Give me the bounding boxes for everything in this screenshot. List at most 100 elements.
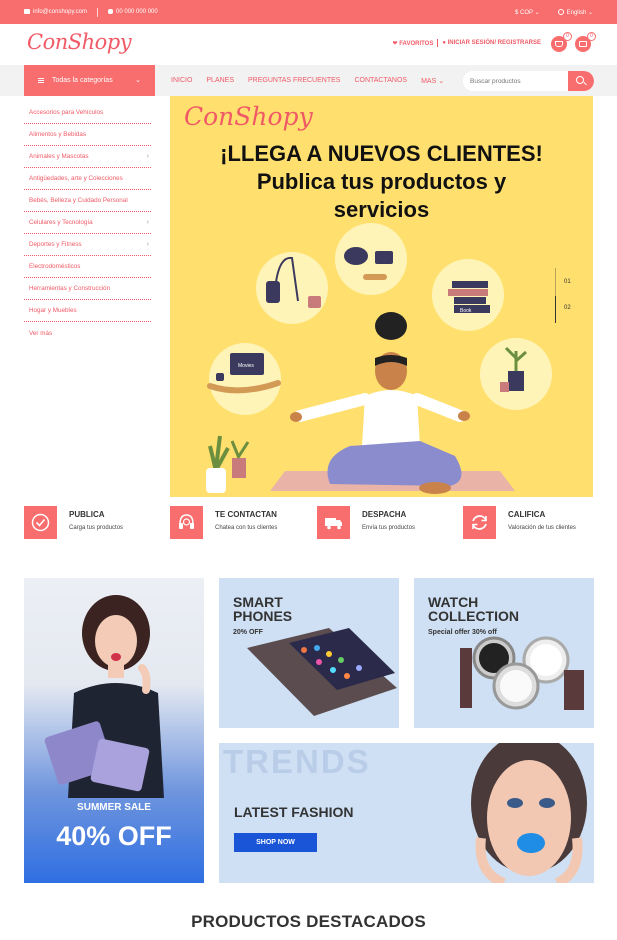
category-sidebar: Accesorios para Vehículos Alimentos y Be… [24, 102, 151, 344]
main-menu: INICIO PLANES PREGUNTAS FRECUENTES CONTA… [171, 65, 444, 96]
sidebar-item-deportes[interactable]: Deportes y Fitness › [24, 234, 151, 256]
currency-select[interactable]: $ COP ⌄ [515, 9, 540, 16]
chevron-down-icon: ⌄ [135, 77, 141, 84]
favorites-label: FAVORITOS [399, 40, 434, 47]
watch-collection-banner[interactable]: WATCH COLLECTION Special offer 30% off [414, 578, 594, 728]
chevron-down-icon: ⌄ [438, 77, 445, 85]
menu-item-contactanos[interactable]: CONTACTANOS [354, 77, 407, 84]
chevron-down-icon: ⌄ [534, 9, 540, 16]
slide-dot-02[interactable]: 02 [564, 305, 576, 311]
sidebar-item-celulares[interactable]: Celulares y Tecnología › [24, 212, 151, 234]
all-categories-button[interactable]: Todas la categorías ⌄ [24, 65, 155, 96]
favorites-link[interactable]: ❤ FAVORITOS [393, 40, 434, 47]
email-link[interactable]: info@conshopy.com [24, 8, 88, 16]
chevron-down-icon: ⌄ [587, 9, 593, 16]
sidebar-item-label: Accesorios para Vehículos [29, 109, 104, 116]
slide-line [555, 268, 556, 296]
sidebar-item-antiguedades[interactable]: Antigüedades, arte y Colecciones [24, 168, 151, 190]
divider [437, 39, 439, 47]
menu-item-planes[interactable]: PLANES [206, 77, 234, 84]
hero-subheadline-2: servicios [333, 197, 430, 222]
language-label: English [566, 9, 587, 16]
search-input[interactable] [463, 71, 569, 91]
sidebar-item-label: Bebés, Belleza y Cuidado Personal [29, 197, 128, 204]
site-logo[interactable]: ConShopy [27, 30, 132, 54]
summer-sale-offer: 40% OFF [56, 821, 172, 851]
sidebar-item-electrodomesticos[interactable]: Electrodomésticos [24, 256, 151, 278]
sidebar-item-herramientas[interactable]: Herramientas y Construcción [24, 278, 151, 300]
chevron-right-icon: › [146, 219, 149, 226]
latest-fashion-banner[interactable]: TRENDS LATEST FASHION SHOP NOW [219, 743, 594, 883]
language-select[interactable]: English ⌄ [557, 8, 593, 16]
refresh-icon [463, 506, 496, 539]
sidebar-item-vehiculos[interactable]: Accesorios para Vehículos [24, 102, 151, 124]
feature-title: CALIFICA [508, 510, 546, 519]
feature-subtitle: Chatea con tus clientes [215, 525, 278, 531]
menu-item-mas-label: MAS [421, 77, 437, 85]
compare-count-badge: 0 [587, 32, 596, 41]
hero-slider[interactable]: ConShopy ¡LLEGA A NUEVOS CLIENTES! Publi… [170, 96, 593, 497]
divider [97, 7, 99, 17]
feature-title: TE CONTACTAN [215, 510, 277, 519]
menu-item-faq[interactable]: PREGUNTAS FRECUENTES [248, 77, 340, 84]
slide-line-active [555, 296, 556, 323]
feature-subtitle: Carga tus productos [69, 525, 124, 531]
top-bar: info@conshopy.com 00 000 000 000 $ COP ⌄… [0, 0, 617, 24]
feature-despacha: DESPACHA Envía tus productos [317, 506, 457, 542]
phone-icon [108, 8, 114, 14]
smartphone-image [247, 628, 397, 716]
cart-button[interactable]: 0 [551, 32, 572, 52]
shop-now-button[interactable]: SHOP NOW [234, 833, 317, 852]
sidebar-item-label: Hogar y Muebles [29, 307, 77, 314]
compare-button[interactable]: 0 [575, 32, 596, 52]
sidebar-item-label: Antigüedades, arte y Colecciones [29, 175, 123, 182]
sidebar-item-bebes[interactable]: Bebés, Belleza y Cuidado Personal [24, 190, 151, 212]
headset-icon [170, 506, 203, 539]
heart-icon: ❤ [392, 40, 398, 47]
summer-sale-title: SUMMER SALE [77, 802, 151, 813]
search-button[interactable] [568, 71, 594, 91]
hero-logo: ConShopy [184, 102, 313, 131]
slide-dot-01[interactable]: 01 [564, 279, 576, 285]
sidebar-item-label: Alimentos y Bebidas [29, 131, 87, 138]
phone-text: 00 000 000 000 [116, 9, 158, 16]
smart-phones-banner[interactable]: SMART PHONES 20% OFF [219, 578, 399, 728]
feature-califica: CALIFICA Valoración de tus clientes [463, 506, 603, 542]
list-icon [579, 41, 587, 47]
cart-icon [555, 41, 563, 47]
cart-count-badge: 0 [563, 32, 572, 41]
globe-icon [557, 8, 564, 15]
feature-title: PUBLICA [69, 510, 105, 519]
header-account-links: ❤ FAVORITOS ● INICIAR SESIÓN/ REGISTRARS… [393, 39, 541, 47]
book-label: Book [460, 308, 472, 314]
summer-sale-banner[interactable]: SUMMER SALE 40% OFF [24, 578, 204, 883]
featured-products-heading: PRODUCTOS DESTACADOS [191, 912, 426, 931]
sidebar-more-label: Ver más [29, 329, 53, 337]
feature-subtitle: Valoración de tus clientes [508, 525, 576, 531]
search-box [463, 71, 594, 91]
phone-link[interactable]: 00 000 000 000 [108, 8, 158, 16]
hero-subheadline: Publica tus productos y [256, 169, 507, 194]
email-text: info@conshopy.com [33, 9, 88, 16]
feature-subtitle: Envía tus productos [362, 525, 416, 531]
menu-icon [38, 78, 44, 83]
hero-headline: ¡LLEGA A NUEVOS CLIENTES! [220, 141, 543, 166]
menu-item-inicio[interactable]: INICIO [171, 77, 192, 84]
sidebar-more-link[interactable]: Ver más [24, 322, 151, 344]
chevron-right-icon: › [146, 153, 149, 160]
sidebar-item-hogar[interactable]: Hogar y Muebles [24, 300, 151, 322]
laptop-screen-label: Movies [238, 363, 254, 369]
currency-label: $ COP [515, 9, 533, 16]
sidebar-item-alimentos[interactable]: Alimentos y Bebidas [24, 124, 151, 146]
feature-te-contactan: TE CONTACTAN Chatea con tus clientes [170, 506, 310, 542]
sidebar-item-label: Herramientas y Construcción [29, 285, 111, 292]
latest-fashion-title: LATEST FASHION [234, 804, 354, 820]
sidebar-item-label: Deportes y Fitness [29, 241, 82, 248]
menu-item-mas[interactable]: MAS ⌄ [421, 77, 444, 85]
truck-icon [317, 506, 350, 539]
sidebar-item-animales[interactable]: Animales y Mascotas › [24, 146, 151, 168]
mail-icon [24, 8, 30, 14]
login-link[interactable]: ● INICIAR SESIÓN/ REGISTRARSE [442, 40, 541, 46]
chevron-right-icon: › [146, 241, 149, 248]
sidebar-item-label: Celulares y Tecnología [29, 219, 93, 226]
